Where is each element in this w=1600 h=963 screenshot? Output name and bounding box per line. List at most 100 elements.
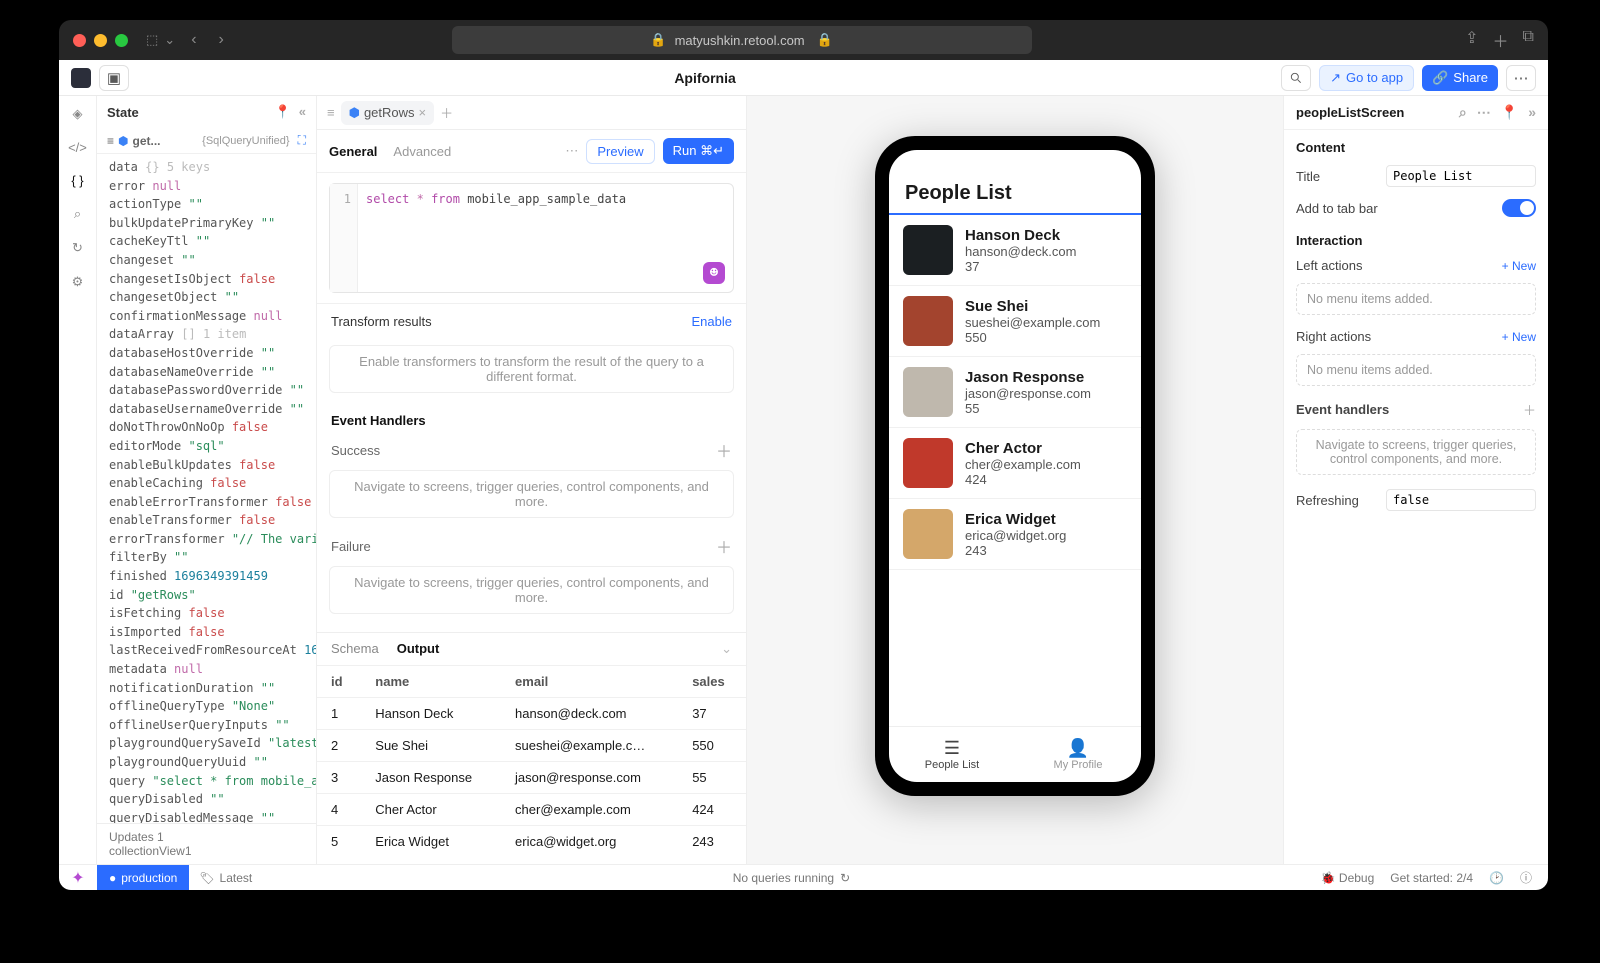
title-label: Title xyxy=(1296,169,1320,184)
close-tab-icon[interactable]: × xyxy=(419,105,427,120)
left-rail: ◈ </> { } ⌕ ↻ ⚙ xyxy=(59,96,97,864)
table-row[interactable]: 5Erica Widgeterica@widget.org243 xyxy=(317,826,746,858)
inspector-eh-hint: Navigate to screens, trigger queries, co… xyxy=(1296,429,1536,475)
output-tab[interactable]: Output xyxy=(397,641,440,657)
get-started-button[interactable]: Get started: 2/4 xyxy=(1390,871,1473,885)
code-icon[interactable]: </> xyxy=(68,140,87,155)
state-tree[interactable]: data {} 5 keyserror nullactionType ""bul… xyxy=(97,154,316,823)
refreshing-input[interactable] xyxy=(1386,489,1536,511)
table-row[interactable]: 2Sue Sheisueshei@example.c…550 xyxy=(317,730,746,762)
history-icon[interactable]: ↻ xyxy=(72,240,83,256)
inspector-collapse-icon[interactable]: » xyxy=(1528,104,1536,121)
right-actions-label: Right actions xyxy=(1296,329,1371,344)
app-topbar: ▣ Apifornia ↗Go to app 🔗Share ⋯ xyxy=(59,60,1548,96)
add-to-tab-bar-toggle[interactable] xyxy=(1502,199,1536,217)
new-query-tab-icon[interactable]: ＋ xyxy=(440,103,453,122)
url-bar[interactable]: 🔒 matyushkin.retool.com 🔒 xyxy=(452,26,1032,54)
query-tab-getrows[interactable]: ⬢ getRows × xyxy=(341,101,435,125)
chevron-down-icon[interactable]: ⌄ xyxy=(164,32,175,48)
updates-count[interactable]: Updates 1 xyxy=(109,830,304,844)
list-item[interactable]: Jason Responsejason@response.com55 xyxy=(889,357,1141,428)
pin-icon[interactable]: 📍 xyxy=(275,104,291,120)
list-item[interactable]: Erica Widgeterica@widget.org243 xyxy=(889,499,1141,570)
canvas[interactable]: People List Hanson Deckhanson@deck.com37… xyxy=(747,96,1283,864)
back-button[interactable]: ‹ xyxy=(185,31,202,49)
status-bar: ✦ ● production 🏷 Latest No queries runni… xyxy=(59,864,1548,890)
ai-assist-icon[interactable]: ☻ xyxy=(703,262,725,284)
tab-advanced[interactable]: Advanced xyxy=(393,144,451,159)
app-title: Apifornia xyxy=(129,70,1281,86)
share-button[interactable]: 🔗Share xyxy=(1422,65,1498,91)
retool-logo[interactable] xyxy=(71,68,91,88)
table-row[interactable]: 1Hanson Deckhanson@deck.com37 xyxy=(317,698,746,730)
query-tabs: ≡ ⬢ getRows × ＋ xyxy=(317,96,746,130)
new-tab-icon[interactable]: ＋ xyxy=(1493,28,1509,52)
inspector-unpin-icon[interactable]: 📍 xyxy=(1501,104,1518,121)
preview-button[interactable]: Preview xyxy=(586,139,654,164)
query-more-icon[interactable]: ⋯ xyxy=(565,143,578,159)
enable-transform-link[interactable]: Enable xyxy=(692,314,732,329)
schema-tab[interactable]: Schema xyxy=(331,641,379,657)
sql-editor[interactable]: 1 select * from mobile_app_sample_data ☻ xyxy=(329,183,734,293)
refreshing-label: Refreshing xyxy=(1296,493,1359,508)
search-rail-icon[interactable]: ⌕ xyxy=(74,206,81,222)
transform-hint: Enable transformers to transform the res… xyxy=(329,345,734,393)
search-icon[interactable] xyxy=(1281,65,1311,91)
collapse-icon[interactable]: « xyxy=(299,104,306,120)
table-row[interactable]: 3Jason Responsejason@response.com55 xyxy=(317,762,746,794)
zoom-window-button[interactable] xyxy=(115,34,128,47)
url-host: matyushkin.retool.com xyxy=(675,33,805,48)
event-handlers-heading: Event Handlers xyxy=(317,403,746,432)
forward-button[interactable]: › xyxy=(213,31,230,49)
table-row[interactable]: 4Cher Actorcher@example.com424 xyxy=(317,794,746,826)
inspector-section-content: Content xyxy=(1284,130,1548,159)
phone-tab-profile[interactable]: 👤My Profile xyxy=(1015,727,1141,782)
env-badge[interactable]: ● production xyxy=(97,865,189,890)
inspector-section-interaction: Interaction xyxy=(1284,223,1548,252)
output-expand-icon[interactable]: ⌄ xyxy=(721,641,732,657)
debug-button[interactable]: 🐞 Debug xyxy=(1321,871,1375,885)
layers-icon[interactable]: ◈ xyxy=(73,106,83,122)
state-icon[interactable]: { } xyxy=(71,173,83,188)
add-success-handler-icon[interactable]: ＋ xyxy=(716,438,732,462)
help-icon[interactable]: ⓘ xyxy=(1520,869,1532,886)
add-failure-handler-icon[interactable]: ＋ xyxy=(716,534,732,558)
go-to-app-button[interactable]: ↗Go to app xyxy=(1319,65,1414,91)
sidebar-toggle-icon[interactable]: ⬚ xyxy=(146,32,158,48)
panel-toggle-icon[interactable]: ▣ xyxy=(99,65,129,91)
more-icon[interactable]: ⋯ xyxy=(1506,65,1536,91)
run-button[interactable]: Run ⌘↵ xyxy=(663,138,734,164)
left-actions-label: Left actions xyxy=(1296,258,1363,273)
minimize-window-button[interactable] xyxy=(94,34,107,47)
success-label: Success xyxy=(331,443,380,458)
tab-general[interactable]: General xyxy=(329,144,377,159)
selection-name: collectionView1 xyxy=(109,844,304,858)
queries-status: No queries running xyxy=(733,871,834,885)
state-breadcrumb[interactable]: ≡⬢ get... {SqlQueryUnified} ⛶ xyxy=(97,128,316,154)
state-panel-header: State 📍« xyxy=(97,96,316,128)
avatar xyxy=(903,438,953,488)
avatar xyxy=(903,509,953,559)
success-hint: Navigate to screens, trigger queries, co… xyxy=(329,470,734,518)
title-input[interactable] xyxy=(1386,165,1536,187)
close-window-button[interactable] xyxy=(73,34,86,47)
settings-icon[interactable]: ⚙ xyxy=(72,274,84,290)
list-item[interactable]: Cher Actorcher@example.com424 xyxy=(889,428,1141,499)
inspector-search-icon[interactable]: ⌕ xyxy=(1459,104,1467,121)
add-event-handler-icon[interactable]: ＋ xyxy=(1523,400,1536,419)
phone-tab-people[interactable]: ☰People List xyxy=(889,727,1015,782)
transform-results-label: Transform results xyxy=(331,314,432,329)
inspector-more-icon[interactable]: ⋯ xyxy=(1477,104,1491,121)
list-item[interactable]: Sue Sheisueshei@example.com550 xyxy=(889,286,1141,357)
right-actions-new[interactable]: + New xyxy=(1502,330,1536,344)
list-item[interactable]: Hanson Deckhanson@deck.com37 xyxy=(889,215,1141,286)
clock-icon[interactable]: 🕑 xyxy=(1489,871,1504,885)
left-actions-new[interactable]: + New xyxy=(1502,259,1536,273)
tabs-icon[interactable]: ⧉ xyxy=(1523,28,1534,52)
inspector-event-handlers-label: Event handlers xyxy=(1296,402,1389,417)
share-icon[interactable]: ⇪ xyxy=(1465,28,1478,52)
latest-badge[interactable]: 🏷 Latest xyxy=(189,871,262,885)
inspector-component-name[interactable]: peopleListScreen xyxy=(1296,105,1404,120)
release-icon[interactable]: ✦ xyxy=(59,868,97,888)
refresh-icon[interactable]: ↻ xyxy=(840,871,850,885)
